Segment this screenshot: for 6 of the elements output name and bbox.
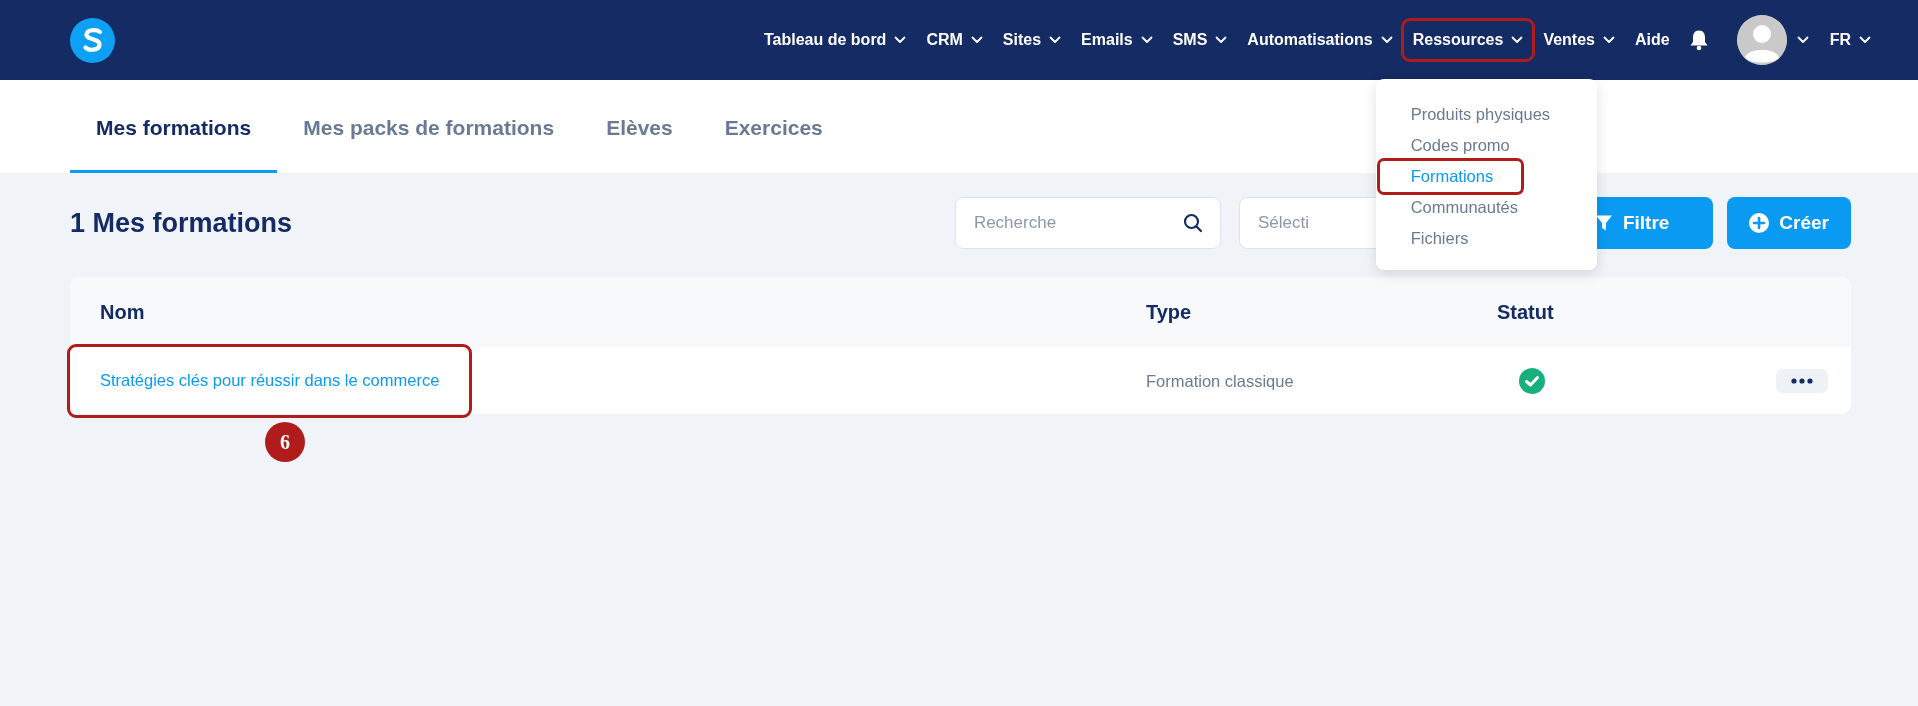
step-badge: 6 <box>265 422 305 462</box>
page-title: 1 Mes formations <box>70 207 293 239</box>
column-header: Statut <box>1497 300 1555 324</box>
column-header: Type <box>1146 300 1193 324</box>
column-header: Nom <box>100 300 146 324</box>
table-cell-text: Formation classique <box>1146 371 1295 391</box>
